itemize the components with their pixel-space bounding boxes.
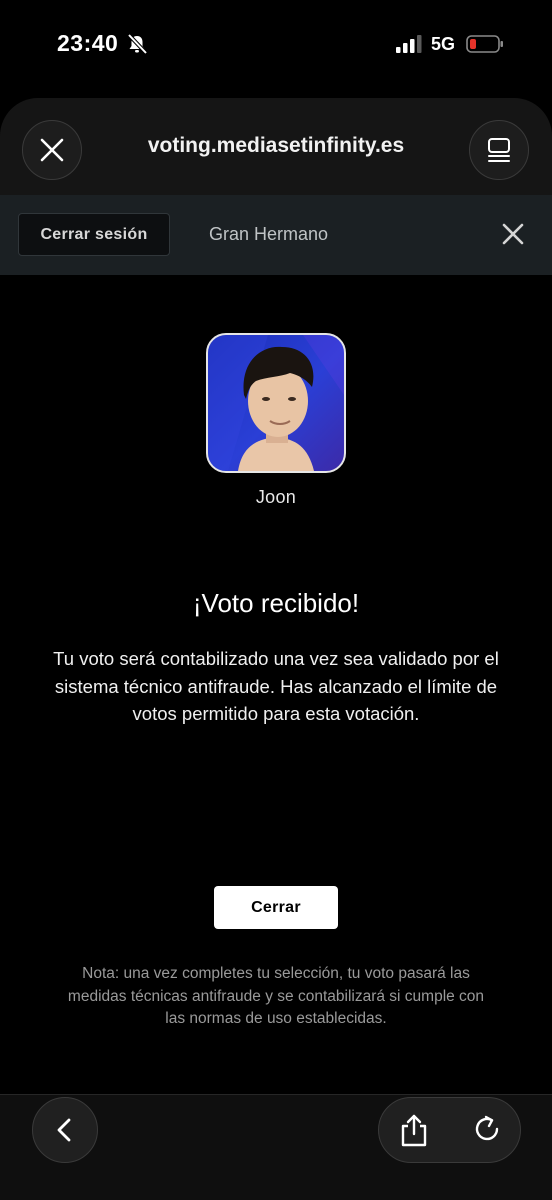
status-time: 23:40: [57, 30, 119, 56]
status-bar: 23:40 5G: [0, 0, 552, 90]
logout-button[interactable]: Cerrar sesión: [18, 213, 170, 256]
vote-received-title: ¡Voto recibido!: [192, 588, 360, 618]
tabs-icon: [488, 138, 510, 162]
network-type: 5G: [431, 34, 456, 54]
close-tab-button[interactable]: [22, 120, 82, 180]
browser-actions-pill: [378, 1097, 521, 1163]
close-icon[interactable]: [500, 221, 526, 247]
vote-received-message: Tu voto será contabilizado una vez sea v…: [53, 648, 499, 724]
browser-bottom-bar: [0, 1094, 552, 1200]
show-name: Gran Hermano: [209, 224, 329, 244]
share-icon[interactable]: [399, 1113, 429, 1147]
close-icon: [40, 138, 64, 162]
url-bar[interactable]: voting.mediasetinfinity.es: [100, 134, 452, 158]
contestant-name: Joon: [255, 487, 297, 507]
back-button[interactable]: [32, 1097, 98, 1163]
signal-bars-icon: [396, 35, 422, 53]
browser-toolbar: voting.mediasetinfinity.es: [0, 98, 552, 198]
tabs-menu-button[interactable]: [469, 120, 529, 180]
site-header: Cerrar sesión Gran Hermano: [0, 195, 552, 275]
bell-slash-icon: [127, 33, 148, 55]
back-icon: [57, 1118, 71, 1142]
antifraud-note: Nota: una vez completes tu selección, tu…: [67, 965, 485, 1027]
contestant-photo: [206, 333, 346, 473]
close-button[interactable]: Cerrar: [214, 886, 338, 929]
reload-icon[interactable]: [472, 1114, 502, 1144]
battery-low-icon: [466, 35, 503, 53]
